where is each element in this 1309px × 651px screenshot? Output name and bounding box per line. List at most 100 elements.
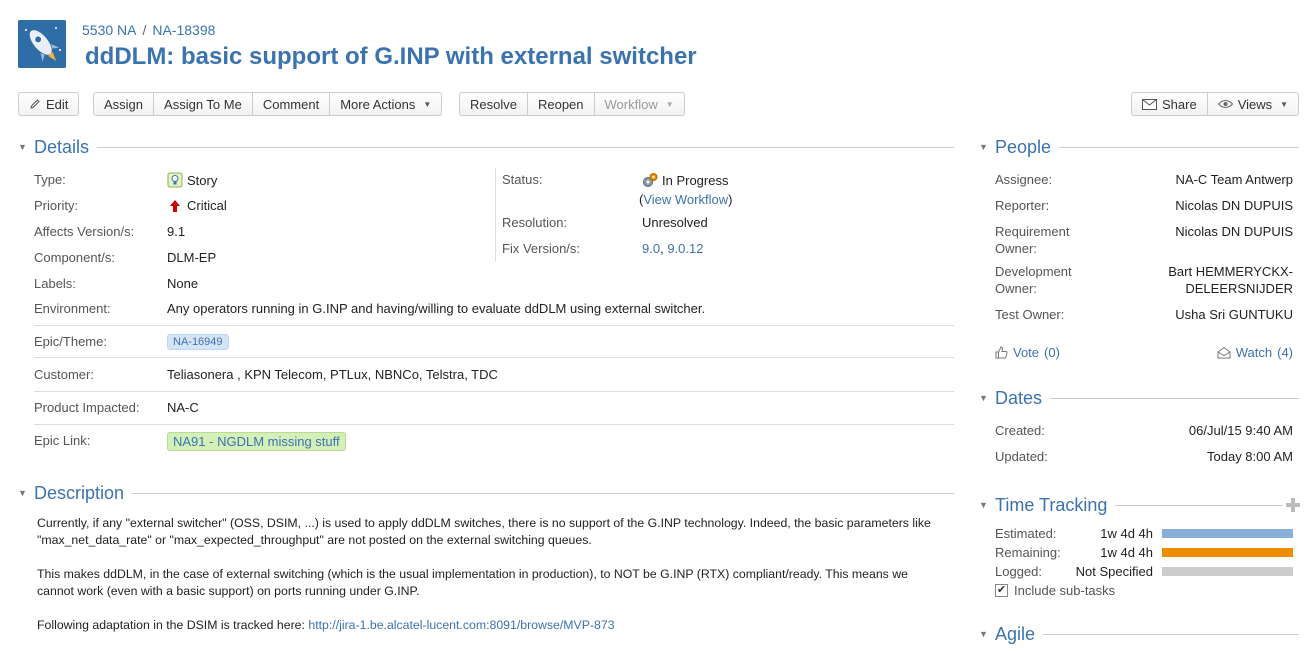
details-heading: Details bbox=[34, 136, 90, 157]
chevron-down-icon: ▼ bbox=[665, 99, 674, 109]
project-avatar[interactable] bbox=[18, 20, 66, 68]
development-owner-label-line2: Owner: bbox=[995, 281, 1037, 296]
resolution-label: Resolution: bbox=[502, 215, 568, 230]
pencil-icon bbox=[30, 99, 40, 109]
views-label: Views bbox=[1237, 96, 1273, 112]
heading-rule bbox=[1043, 633, 1299, 635]
row-divider bbox=[34, 424, 954, 425]
heading-rule bbox=[1115, 504, 1283, 506]
row-divider bbox=[34, 325, 954, 326]
logged-bar-track bbox=[1162, 567, 1293, 576]
requirement-owner-value[interactable]: Nicolas DN DUPUIS bbox=[1175, 224, 1293, 239]
reopen-button[interactable]: Reopen bbox=[527, 92, 595, 116]
fix-version-link[interactable]: 9.0 bbox=[642, 241, 660, 256]
share-button[interactable]: Share bbox=[1131, 92, 1208, 116]
epic-theme-label: Epic/Theme: bbox=[34, 334, 107, 349]
dates-module-heading[interactable]: ▼ Dates bbox=[979, 387, 1299, 409]
description-body[interactable]: Currently, if any "external switcher" (O… bbox=[37, 515, 947, 651]
created-label: Created: bbox=[995, 423, 1045, 438]
priority-label: Priority: bbox=[34, 198, 79, 213]
views-button[interactable]: Views ▼ bbox=[1207, 92, 1300, 116]
mvp-873-link[interactable]: http://jira-1.be.alcatel-lucent.com:8091… bbox=[308, 618, 614, 632]
assignee-label: Assignee: bbox=[995, 172, 1053, 187]
description-module-heading[interactable]: ▼ Description bbox=[18, 482, 954, 504]
people-module-heading[interactable]: ▼ People bbox=[979, 136, 1299, 158]
fix-version-link[interactable]: 9.0.12 bbox=[667, 241, 703, 256]
epic-link-lozenge[interactable]: NA91 - NGDLM missing stuff bbox=[167, 432, 346, 451]
in-progress-icon bbox=[643, 173, 658, 187]
epic-theme-lozenge[interactable]: NA-16949 bbox=[167, 334, 229, 350]
collapse-triangle-icon: ▼ bbox=[979, 500, 988, 510]
time-tracking-heading: Time Tracking bbox=[995, 494, 1108, 515]
epic-link-label: Epic Link: bbox=[34, 433, 91, 448]
component-link[interactable]: DLM-EP bbox=[167, 250, 216, 265]
edit-button[interactable]: Edit bbox=[18, 92, 80, 116]
development-owner-value-line2[interactable]: DELEERSNIJDER bbox=[1185, 281, 1293, 296]
resolve-button[interactable]: Resolve bbox=[459, 92, 528, 116]
breadcrumb: 5530 NA / NA-18398 bbox=[82, 22, 215, 38]
watch-envelope-icon bbox=[1217, 346, 1231, 359]
view-workflow-link[interactable]: View Workflow bbox=[643, 192, 728, 207]
product-impacted-value: NA-C bbox=[167, 400, 199, 415]
story-icon bbox=[167, 172, 183, 188]
customer-label: Customer: bbox=[34, 367, 94, 382]
estimated-value: 1w 4d 4h bbox=[1100, 526, 1153, 541]
include-subtasks-label: Include sub-tasks bbox=[1014, 583, 1116, 598]
watch-link[interactable]: Watch bbox=[1236, 345, 1272, 360]
comment-button[interactable]: Comment bbox=[252, 92, 331, 116]
collapse-triangle-icon: ▼ bbox=[979, 393, 988, 403]
components-label: Component/s: bbox=[34, 250, 115, 265]
watch-count: (4) bbox=[1277, 345, 1293, 360]
people-heading: People bbox=[995, 136, 1052, 157]
assign-to-me-button[interactable]: Assign To Me bbox=[154, 92, 253, 116]
development-owner-value-line1[interactable]: Bart HEMMERYCKX- bbox=[1168, 264, 1293, 279]
vote-control[interactable]: Vote (0) bbox=[995, 345, 1060, 360]
priority-value: Critical bbox=[169, 198, 227, 213]
breadcrumb-project-link[interactable]: 5530 NA bbox=[82, 22, 136, 38]
actions-group: Assign Assign To Me Comment More Actions… bbox=[93, 92, 443, 116]
add-time-plus-icon[interactable] bbox=[1286, 498, 1300, 512]
vote-link[interactable]: Vote bbox=[1013, 345, 1039, 360]
collapse-triangle-icon: ▼ bbox=[979, 629, 988, 639]
rocket-icon bbox=[18, 20, 66, 68]
more-actions-label: More Actions bbox=[340, 96, 416, 112]
details-module-heading[interactable]: ▼ Details bbox=[18, 136, 954, 158]
vote-count: (0) bbox=[1044, 345, 1060, 360]
more-actions-button[interactable]: More Actions ▼ bbox=[330, 92, 443, 116]
watch-control[interactable]: Watch (4) bbox=[1217, 345, 1293, 360]
description-heading: Description bbox=[34, 482, 125, 503]
assign-button[interactable]: Assign bbox=[93, 92, 155, 116]
description-text: Following adaptation in the DSIM is trac… bbox=[37, 618, 309, 632]
estimated-bar-track bbox=[1162, 529, 1293, 538]
share-label: Share bbox=[1162, 96, 1197, 112]
chevron-down-icon: ▼ bbox=[423, 99, 432, 109]
workflow-button[interactable]: Workflow ▼ bbox=[594, 92, 685, 116]
heading-rule bbox=[1050, 397, 1299, 399]
reporter-label: Reporter: bbox=[995, 198, 1050, 213]
affects-version-label: Affects Version/s: bbox=[34, 224, 135, 239]
reporter-value[interactable]: Nicolas DN DUPUIS bbox=[1175, 198, 1293, 213]
row-divider bbox=[34, 357, 954, 358]
assignee-value[interactable]: NA-C Team Antwerp bbox=[1175, 172, 1293, 187]
dates-heading: Dates bbox=[995, 387, 1043, 408]
issue-title[interactable]: ddDLM: basic support of G.INP with exter… bbox=[85, 43, 697, 71]
include-subtasks-checkbox[interactable]: ✔ bbox=[995, 584, 1008, 597]
description-paragraph: Following adaptation in the DSIM is trac… bbox=[37, 617, 947, 634]
envelope-icon bbox=[1142, 98, 1157, 110]
remaining-bar bbox=[1162, 548, 1293, 557]
workflow-label: Workflow bbox=[604, 96, 658, 112]
resolution-value: Unresolved bbox=[642, 215, 708, 230]
labels-label: Labels: bbox=[34, 276, 76, 291]
include-subtasks-control[interactable]: ✔ Include sub-tasks bbox=[995, 583, 1115, 598]
agile-module-heading[interactable]: ▼ Agile bbox=[979, 623, 1299, 645]
priority-text: Critical bbox=[187, 198, 227, 213]
remaining-label: Remaining: bbox=[995, 545, 1061, 560]
test-owner-value[interactable]: Usha Sri GUNTUKU bbox=[1175, 307, 1293, 322]
logged-value: Not Specified bbox=[1075, 564, 1153, 579]
collapse-triangle-icon: ▼ bbox=[18, 488, 27, 498]
fix-versions-value: 9.0, 9.0.12 bbox=[642, 241, 704, 256]
breadcrumb-issue-key[interactable]: NA-18398 bbox=[152, 22, 215, 38]
eye-icon bbox=[1217, 100, 1233, 108]
estimated-bar bbox=[1162, 529, 1293, 538]
time-tracking-module-heading[interactable]: ▼ Time Tracking bbox=[979, 494, 1283, 516]
